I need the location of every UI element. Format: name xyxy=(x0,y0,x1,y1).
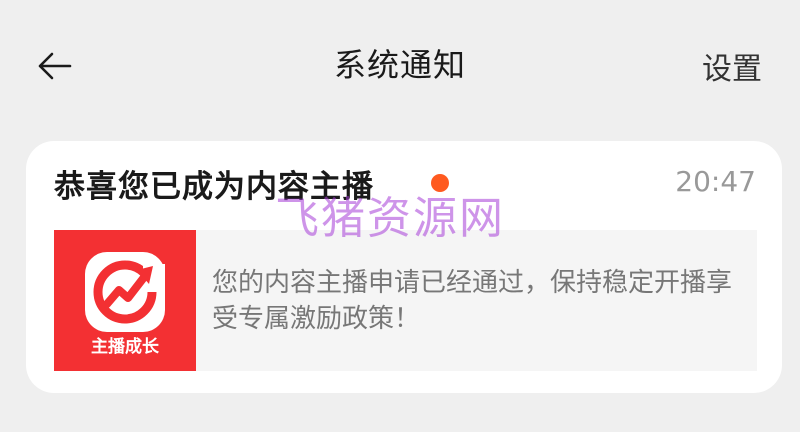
growth-arrow-icon xyxy=(85,252,165,332)
thumbnail: 主播成长 xyxy=(54,230,196,371)
page-title: 系统通知 xyxy=(333,46,466,84)
thumbnail-label: 主播成长 xyxy=(91,337,159,357)
notification-time: 20:47 xyxy=(675,165,756,198)
message-preview[interactable]: 主播成长 您的内容主播申请已经通过，保持稳定开播享受专属激励政策！ xyxy=(54,230,757,371)
unread-dot xyxy=(431,174,449,192)
settings-button[interactable]: 设置 xyxy=(702,44,762,88)
notification-card[interactable]: 恭喜您已成为内容主播 20:47 主播成长 您的内容主播申请已经通过，保持稳定开… xyxy=(26,141,782,393)
top-bar: 系统通知 设置 xyxy=(0,0,800,130)
message-text: 您的内容主播申请已经通过，保持稳定开播享受专属激励政策！ xyxy=(212,268,733,334)
notification-title: 恭喜您已成为内容主播 xyxy=(54,169,374,205)
